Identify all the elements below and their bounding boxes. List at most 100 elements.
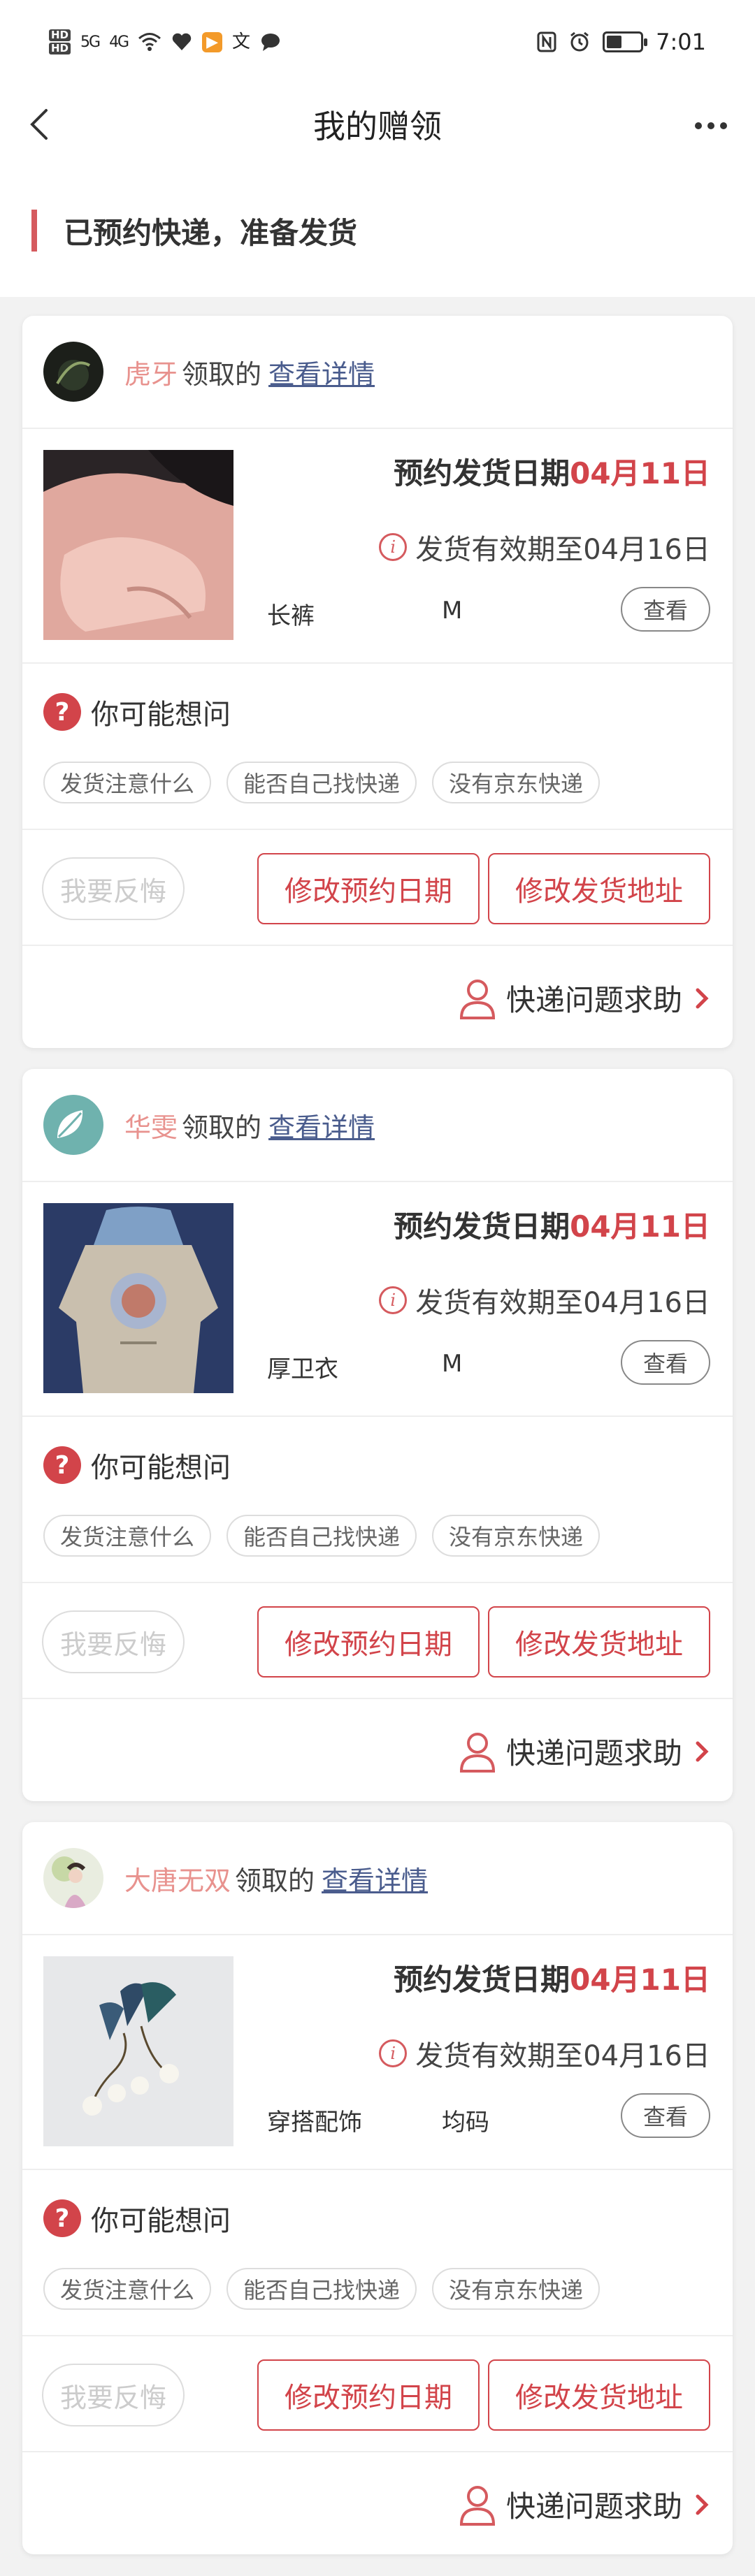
heart-icon <box>171 32 192 52</box>
item-size: M <box>442 1350 463 1378</box>
gift-card: 大唐无双 领取的 查看详情 预约发货日期04月11日 i 发货有效期至04月16日… <box>22 1822 733 2554</box>
hd-icon: HD HD <box>49 29 71 55</box>
question-icon: ? <box>43 2199 81 2237</box>
view-button[interactable]: 查看 <box>621 1340 710 1385</box>
regret-button[interactable]: 我要反悔 <box>42 2364 185 2426</box>
section-accent-bar <box>31 210 37 252</box>
modify-address-button[interactable]: 修改发货地址 <box>488 1606 710 1678</box>
owner-name[interactable]: 虎牙 <box>124 353 178 391</box>
regret-button[interactable]: 我要反悔 <box>42 857 185 920</box>
question-icon: ? <box>43 693 81 731</box>
alarm-icon <box>569 31 590 52</box>
help-row: 快递问题求助 <box>22 1699 733 1801</box>
info-icon: i <box>379 533 408 561</box>
faq-chip[interactable]: 发货注意什么 <box>43 762 212 803</box>
owner-row: 华雯 领取的 查看详情 <box>22 1069 733 1182</box>
gift-card: 华雯 领取的 查看详情 预约发货日期04月11日 i 发货有效期至04月16日 厚… <box>22 1069 733 1801</box>
faq-title: ? 你可能想问 <box>43 692 231 732</box>
view-button[interactable]: 查看 <box>621 2093 710 2138</box>
info-icon: i <box>379 1286 408 1314</box>
modify-date-button[interactable]: 修改预约日期 <box>257 853 480 924</box>
modify-address-button[interactable]: 修改发货地址 <box>488 2359 710 2431</box>
item-row: 预约发货日期04月11日 i 发货有效期至04月16日 穿搭配饰 均码 查看 <box>22 1935 733 2170</box>
nfc-icon <box>537 31 556 52</box>
section-header: 已预约快递，准备发货 <box>0 164 755 297</box>
regret-button[interactable]: 我要反悔 <box>42 1610 185 1673</box>
faq-chip[interactable]: 发货注意什么 <box>43 2268 212 2310</box>
user-icon <box>459 979 495 1019</box>
faq-title: ? 你可能想问 <box>43 1445 231 1485</box>
page-title: 我的赠领 <box>313 107 442 145</box>
item-name: 厚卫衣 <box>267 1355 338 1383</box>
ship-date: 预约发货日期04月11日 <box>394 1963 710 1997</box>
faq-row: ? 你可能想问 发货注意什么 能否自己找快递 没有京东快递 <box>22 2170 733 2336</box>
faq-title: ? 你可能想问 <box>43 2198 231 2239</box>
nav-bar: 我的赠领 <box>0 84 755 164</box>
view-details-link[interactable]: 查看详情 <box>268 353 375 391</box>
view-details-link[interactable]: 查看详情 <box>322 1859 428 1898</box>
faq-chip[interactable]: 没有京东快递 <box>432 762 601 803</box>
avatar[interactable] <box>43 1095 103 1155</box>
view-button[interactable]: 查看 <box>621 587 710 632</box>
faq-chip[interactable]: 没有京东快递 <box>432 2268 601 2310</box>
modify-date-button[interactable]: 修改预约日期 <box>257 2359 480 2431</box>
owner-name[interactable]: 华雯 <box>124 1106 178 1144</box>
faq-row: ? 你可能想问 发货注意什么 能否自己找快递 没有京东快递 <box>22 664 733 830</box>
avatar[interactable] <box>43 342 103 402</box>
item-image[interactable] <box>43 1203 233 1393</box>
info-icon: i <box>379 2039 408 2067</box>
item-image[interactable] <box>43 450 233 640</box>
chevron-right-icon <box>696 1741 709 1761</box>
owner-name[interactable]: 大唐无双 <box>124 1859 231 1898</box>
clock-time: 7:01 <box>656 29 706 55</box>
signal-5g-icon: 5G <box>80 33 101 51</box>
delivery-help-link[interactable]: 快递问题求助 <box>459 1730 712 1773</box>
section-title: 已预约快递，准备发货 <box>64 215 358 250</box>
modify-date-button[interactable]: 修改预约日期 <box>257 1606 480 1678</box>
help-row: 快递问题求助 <box>22 946 733 1048</box>
play-app-icon: ▶ <box>202 31 223 52</box>
signal-4g-icon: 4G <box>109 33 129 51</box>
view-details-link[interactable]: 查看详情 <box>268 1106 375 1144</box>
item-image[interactable] <box>43 1956 233 2146</box>
action-row: 我要反悔 修改预约日期 修改发货地址 <box>22 830 733 946</box>
faq-chip[interactable]: 没有京东快递 <box>432 1515 601 1557</box>
item-size: 均码 <box>442 2109 489 2137</box>
avatar[interactable] <box>43 1848 103 1908</box>
chevron-right-icon <box>696 2494 709 2515</box>
item-size: M <box>442 597 463 625</box>
item-row: 预约发货日期04月11日 i 发货有效期至04月16日 长裤 M 查看 <box>22 429 733 664</box>
message-icon <box>260 32 281 52</box>
faq-chip[interactable]: 能否自己找快递 <box>226 762 417 803</box>
owner-row: 大唐无双 领取的 查看详情 <box>22 1822 733 1935</box>
valid-period: i 发货有效期至04月16日 <box>379 2033 710 2074</box>
modify-address-button[interactable]: 修改发货地址 <box>488 853 710 924</box>
valid-period: i 发货有效期至04月16日 <box>379 527 710 567</box>
user-icon <box>459 1732 495 1773</box>
owner-received-text: 领取的 <box>182 358 262 390</box>
delivery-help-link[interactable]: 快递问题求助 <box>459 977 712 1019</box>
more-icon[interactable] <box>686 105 735 147</box>
faq-chip[interactable]: 发货注意什么 <box>43 1515 212 1557</box>
battery-icon <box>603 31 648 52</box>
faq-chip[interactable]: 能否自己找快递 <box>226 2268 417 2310</box>
item-name: 穿搭配饰 <box>267 2109 362 2137</box>
translate-icon: 文 <box>232 31 251 52</box>
delivery-help-link[interactable]: 快递问题求助 <box>459 2483 712 2526</box>
faq-row: ? 你可能想问 发货注意什么 能否自己找快递 没有京东快递 <box>22 1417 733 1583</box>
gift-card: 虎牙 领取的 查看详情 预约发货日期04月11日 i 发货有效期至04月16日 长… <box>22 316 733 1048</box>
valid-period: i 发货有效期至04月16日 <box>379 1280 710 1320</box>
user-icon <box>459 2485 495 2526</box>
question-icon: ? <box>43 1446 81 1484</box>
action-row: 我要反悔 修改预约日期 修改发货地址 <box>22 2336 733 2452</box>
ship-date: 预约发货日期04月11日 <box>394 1209 710 1244</box>
chevron-right-icon <box>696 988 709 1008</box>
action-row: 我要反悔 修改预约日期 修改发货地址 <box>22 1583 733 1699</box>
owner-row: 虎牙 领取的 查看详情 <box>22 316 733 429</box>
faq-chip[interactable]: 能否自己找快递 <box>226 1515 417 1557</box>
owner-received-text: 领取的 <box>182 1112 262 1143</box>
status-bar: HD HD 5G 4G ▶ 文 7:01 <box>0 0 755 84</box>
owner-received-text: 领取的 <box>235 1865 315 1896</box>
back-icon[interactable] <box>20 103 62 145</box>
wifi-icon <box>138 32 161 52</box>
